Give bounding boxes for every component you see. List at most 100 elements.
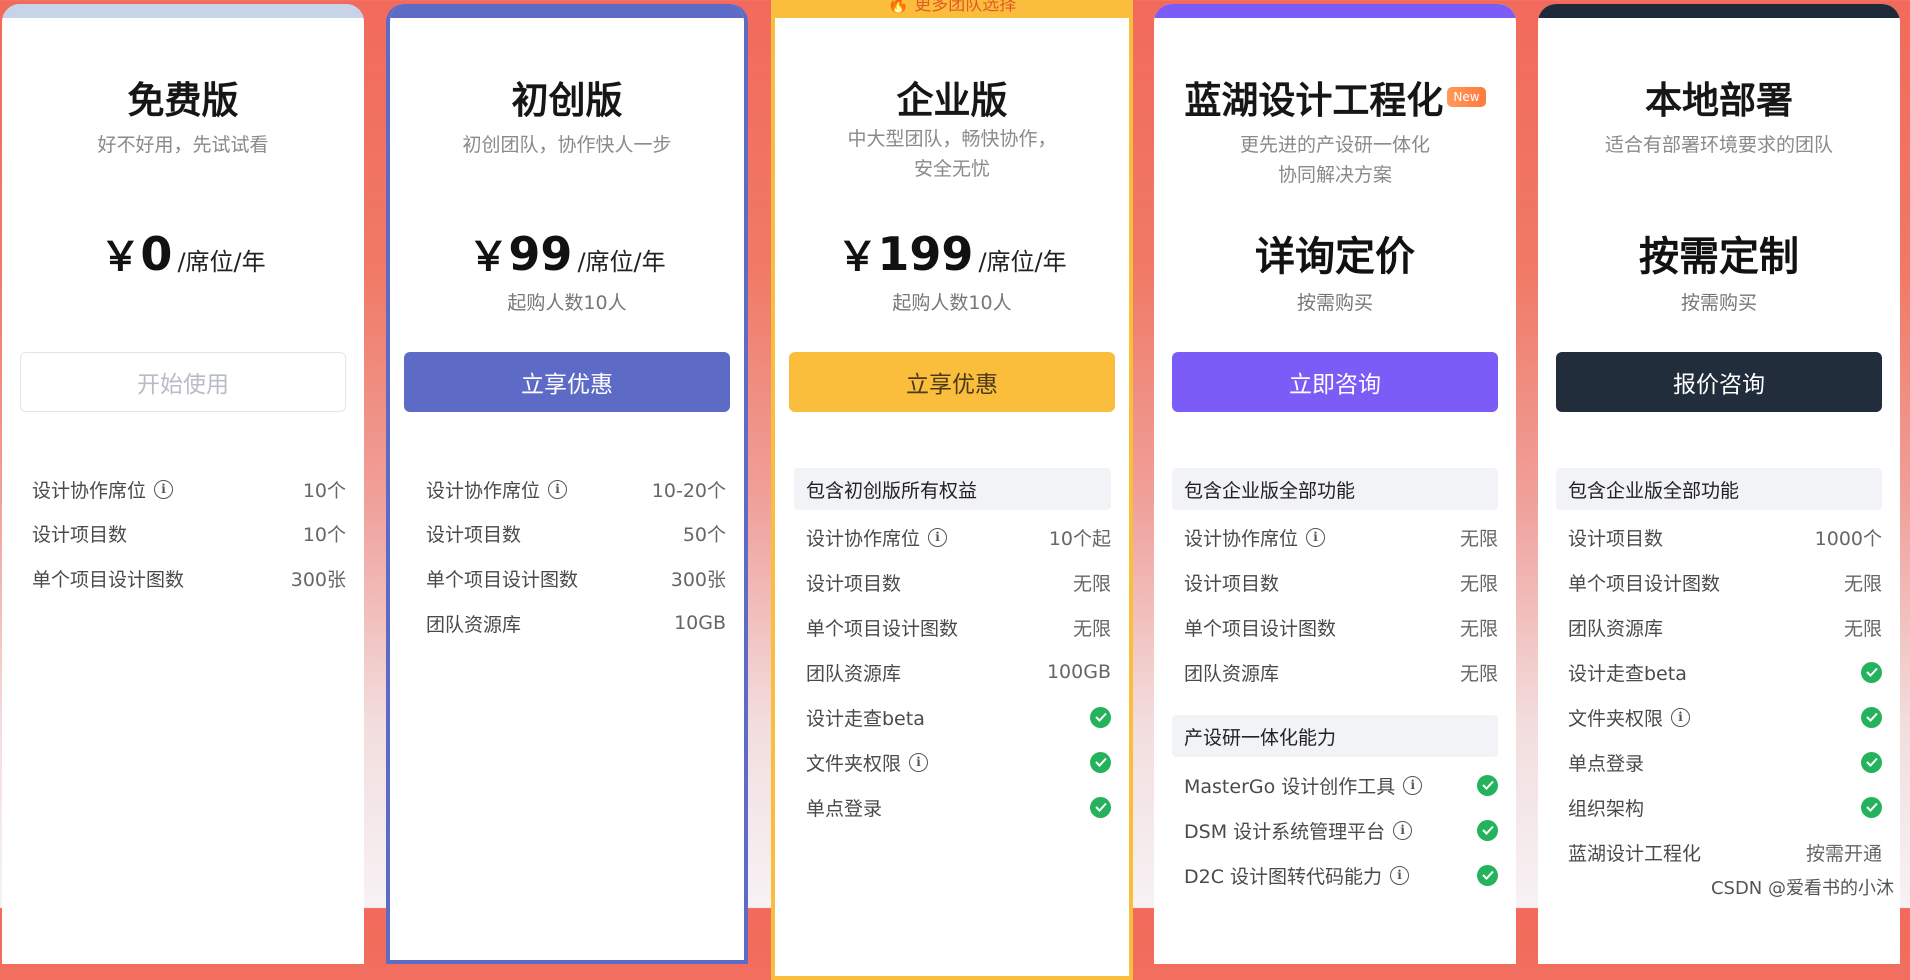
feature-label: 文件夹权限 <box>1568 707 1664 730</box>
plan-name: 免费版 <box>127 79 239 122</box>
feature-label: 团队资源库 <box>1568 617 1664 640</box>
plan-price: ￥199 /席位/年 <box>775 224 1129 282</box>
feature-row: 设计协作席位 i 10-20个 <box>426 474 726 504</box>
price-amount: 0 <box>140 227 173 281</box>
price-text: 按需定制 <box>1639 234 1799 280</box>
plan-price: 详询定价 <box>1154 224 1516 282</box>
plan-price: 按需定制 <box>1538 224 1900 282</box>
check-icon <box>1861 751 1882 773</box>
feature-label: 设计走查beta <box>1568 662 1687 685</box>
feature-row: 设计协作席位 i 10个起 <box>806 522 1111 552</box>
purchase-note: 按需购买 <box>1680 292 1757 314</box>
feature-label: 设计协作席位 <box>1184 527 1299 550</box>
feature-label: 设计项目数 <box>426 523 522 546</box>
feature-row: MasterGo 设计创作工具 i <box>1184 770 1498 800</box>
currency-symbol: ￥ <box>837 234 878 280</box>
info-icon[interactable]: i <box>1390 865 1410 885</box>
feature-row: 团队资源库 无限 <box>1184 657 1498 687</box>
get-offer-button[interactable]: 立享优惠 <box>789 352 1115 412</box>
feature-row: 设计协作席位 i 无限 <box>1184 522 1498 552</box>
feature-value: 10个起 <box>1048 527 1111 550</box>
feature-row: 单个项目设计图数 无限 <box>1568 567 1882 597</box>
plan-name: 本地部署 <box>1645 79 1793 122</box>
info-icon[interactable]: i <box>154 479 174 499</box>
feature-label: 设计项目数 <box>806 572 902 595</box>
feature-label: 设计项目数 <box>1568 527 1664 550</box>
feature-label: 设计协作席位 <box>426 479 541 502</box>
start-using-button[interactable]: 开始使用 <box>20 352 346 412</box>
info-icon[interactable]: i <box>928 527 948 547</box>
feature-label: 单个项目设计图数 <box>32 568 185 591</box>
check-icon <box>1477 819 1498 841</box>
info-icon[interactable]: i <box>1403 775 1423 795</box>
currency-symbol: ￥ <box>468 234 509 280</box>
feature-label: 设计协作席位 <box>806 527 921 550</box>
plan-card-starter: 初创版 初创团队，协作快人一步 ￥99 /席位/年 起购人数10人 立享优惠 设… <box>386 4 748 964</box>
feature-row: D2C 设计图转代码能力 i <box>1184 860 1498 890</box>
feature-row: 设计项目数 无限 <box>1184 567 1498 597</box>
included-section-header: 包含企业版全部功能 <box>1556 468 1882 510</box>
feature-row: 文件夹权限 i <box>806 747 1111 777</box>
promo-label: 🔥 更多团队选择 <box>775 0 1129 15</box>
consult-now-button[interactable]: 立即咨询 <box>1172 352 1498 412</box>
feature-row: 单点登录 <box>806 792 1111 822</box>
plan-name: 蓝湖设计工程化 <box>1184 79 1444 122</box>
feature-label: 单点登录 <box>1568 752 1645 775</box>
feature-value: 无限 <box>1459 662 1498 685</box>
plan-name: 初创版 <box>511 79 623 122</box>
feature-label: 设计项目数 <box>1184 572 1280 595</box>
feature-value: 10个 <box>302 523 346 546</box>
info-icon[interactable]: i <box>909 752 929 772</box>
price-unit: /席位/年 <box>577 248 666 276</box>
feature-row: 团队资源库 无限 <box>1568 612 1882 642</box>
promo-text: 更多团队选择 <box>914 0 1017 15</box>
feature-value: 50个 <box>682 523 726 546</box>
plan-name: 企业版 <box>896 79 1008 122</box>
card-accent-bar <box>390 4 744 18</box>
feature-row: 设计走查beta <box>806 702 1111 732</box>
feature-value: 无限 <box>1459 617 1498 640</box>
feature-row: 组织架构 <box>1568 792 1882 822</box>
feature-value: 10GB <box>674 612 726 634</box>
check-icon <box>1090 751 1111 773</box>
plan-description: 更先进的产设研一体化 协同解决方案 <box>1239 134 1430 186</box>
feature-value: 10-20个 <box>651 479 726 502</box>
feature-row: 蓝湖设计工程化 按需开通 <box>1568 837 1882 867</box>
feature-row: 设计走查beta <box>1568 657 1882 687</box>
feature-row: 单个项目设计图数 无限 <box>806 612 1111 642</box>
purchase-note: 按需购买 <box>1296 292 1373 314</box>
card-accent-bar <box>2 4 364 18</box>
price-amount: 99 <box>508 227 573 281</box>
feature-label: 单个项目设计图数 <box>806 617 959 640</box>
check-icon <box>1861 706 1882 728</box>
check-icon <box>1477 774 1498 796</box>
info-icon[interactable]: i <box>548 479 568 499</box>
check-icon <box>1090 706 1111 728</box>
info-icon[interactable]: i <box>1393 820 1413 840</box>
feature-label: 组织架构 <box>1568 797 1645 820</box>
plan-card-enterprise: 🔥 更多团队选择 企业版 中大型团队，畅快协作， 安全无忧 ￥199 /席位/年… <box>771 0 1133 980</box>
plan-name-row: 蓝湖设计工程化 New <box>1154 70 1516 124</box>
feature-value: 无限 <box>1459 527 1498 550</box>
info-icon[interactable]: i <box>1306 527 1326 547</box>
check-icon <box>1477 864 1498 886</box>
included-section-header: 包含企业版全部功能 <box>1172 468 1498 510</box>
feature-value: 无限 <box>1459 572 1498 595</box>
quote-consult-button[interactable]: 报价咨询 <box>1556 352 1882 412</box>
plan-description: 中大型团队，畅快协作， 安全无忧 <box>847 128 1057 180</box>
watermark: CSDN @爱看书的小沐 <box>1710 878 1894 899</box>
included-section-header: 包含初创版所有权益 <box>794 468 1111 510</box>
currency-symbol: ￥ <box>100 234 141 280</box>
feature-value: 100GB <box>1046 661 1111 683</box>
feature-value: 无限 <box>1072 617 1111 640</box>
feature-row: 单个项目设计图数 300张 <box>426 563 726 593</box>
feature-value: 无限 <box>1843 572 1882 595</box>
get-offer-button[interactable]: 立享优惠 <box>404 352 730 412</box>
feature-label: 单个项目设计图数 <box>1568 572 1721 595</box>
feature-label: 蓝湖设计工程化 <box>1568 842 1702 865</box>
feature-label: 团队资源库 <box>1184 662 1280 685</box>
feature-row: DSM 设计系统管理平台 i <box>1184 815 1498 845</box>
feature-label: 设计协作席位 <box>32 479 147 502</box>
info-icon[interactable]: i <box>1671 707 1691 727</box>
feature-row: 设计项目数 无限 <box>806 567 1111 597</box>
